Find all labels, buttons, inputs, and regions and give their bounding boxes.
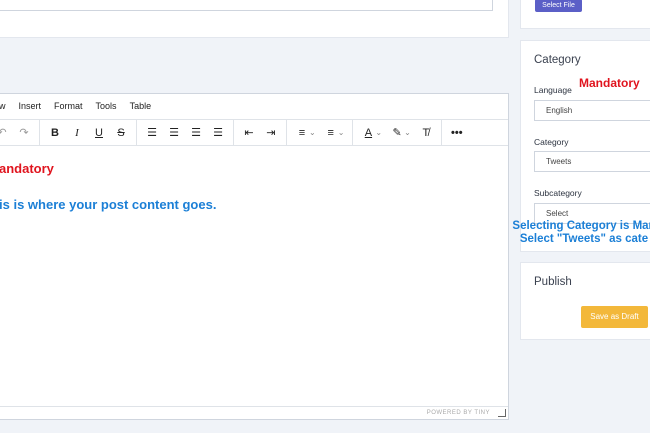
editor-statusbar: POWERED BY TINY bbox=[0, 406, 508, 419]
strikethrough-icon[interactable]: S bbox=[110, 127, 132, 139]
chevron-down-icon[interactable]: ⌄ bbox=[375, 128, 382, 137]
category-note-line2: Select "Tweets" as cate bbox=[519, 233, 649, 245]
menu-format[interactable]: Format bbox=[54, 101, 83, 111]
resize-handle-icon[interactable] bbox=[498, 409, 506, 417]
category-label: Category bbox=[534, 137, 569, 147]
menu-view[interactable]: ew bbox=[0, 101, 6, 111]
align-justify-icon[interactable]: ☰ bbox=[207, 126, 229, 139]
chevron-down-icon[interactable]: ⌄ bbox=[338, 128, 345, 137]
language-mandatory-note: Mandatory bbox=[579, 76, 640, 90]
align-left-icon[interactable]: ☰ bbox=[141, 126, 163, 139]
redo-icon[interactable]: ↷ bbox=[13, 126, 35, 139]
bold-icon[interactable]: B bbox=[44, 127, 66, 139]
clear-formatting-icon[interactable]: T̸ bbox=[415, 127, 437, 139]
rich-text-editor: ew Insert Format Tools Table ↶ ↷ B I U S… bbox=[0, 93, 509, 420]
subcategory-label: Subcategory bbox=[534, 188, 582, 198]
outdent-icon[interactable]: ⇤ bbox=[238, 126, 260, 139]
language-select[interactable]: English bbox=[534, 100, 650, 121]
indent-icon[interactable]: ⇥ bbox=[260, 126, 282, 139]
save-draft-button[interactable]: Save as Draft bbox=[581, 306, 648, 328]
menu-table[interactable]: Table bbox=[130, 101, 152, 111]
underline-icon[interactable]: U bbox=[88, 127, 110, 139]
upload-card: Select File bbox=[520, 0, 650, 29]
category-note-line1: Selecting Category is Man bbox=[512, 220, 650, 232]
post-title-card bbox=[0, 0, 509, 38]
menu-tools[interactable]: Tools bbox=[96, 101, 117, 111]
editor-content[interactable]: andatory is is where your post content g… bbox=[0, 144, 508, 405]
category-select[interactable]: Tweets bbox=[534, 151, 650, 172]
align-center-icon[interactable]: ☰ bbox=[163, 126, 185, 139]
post-title-input[interactable] bbox=[0, 0, 493, 11]
content-mandatory-note: andatory bbox=[0, 161, 54, 176]
category-mandatory-note: Selecting Category is Man Select "Tweets… bbox=[499, 220, 650, 246]
select-file-button[interactable]: Select File bbox=[535, 0, 582, 12]
language-label: Language bbox=[534, 85, 572, 95]
align-right-icon[interactable]: ☰ bbox=[185, 126, 207, 139]
chevron-down-icon[interactable]: ⌄ bbox=[309, 128, 316, 137]
menu-insert[interactable]: Insert bbox=[19, 101, 42, 111]
powered-by-label: POWERED BY TINY bbox=[426, 410, 490, 416]
editor-menubar: ew Insert Format Tools Table bbox=[0, 94, 508, 118]
category-card-title: Category bbox=[534, 54, 581, 66]
chevron-down-icon[interactable]: ⌄ bbox=[404, 128, 411, 137]
publish-card: Publish Save as Draft bbox=[520, 262, 650, 340]
more-icon[interactable]: ••• bbox=[446, 127, 468, 139]
undo-icon[interactable]: ↶ bbox=[0, 126, 13, 139]
editor-toolbar: ↶ ↷ B I U S ☰ ☰ ☰ ☰ ⇤ ⇥ ≡ ⌄ ≡ ⌄ A ⌄ ✎ ⌄ T̸ •… bbox=[0, 119, 508, 146]
publish-card-title: Publish bbox=[534, 276, 572, 288]
italic-icon[interactable]: I bbox=[66, 127, 88, 139]
content-placeholder-note: is is where your post content goes. bbox=[0, 197, 217, 212]
